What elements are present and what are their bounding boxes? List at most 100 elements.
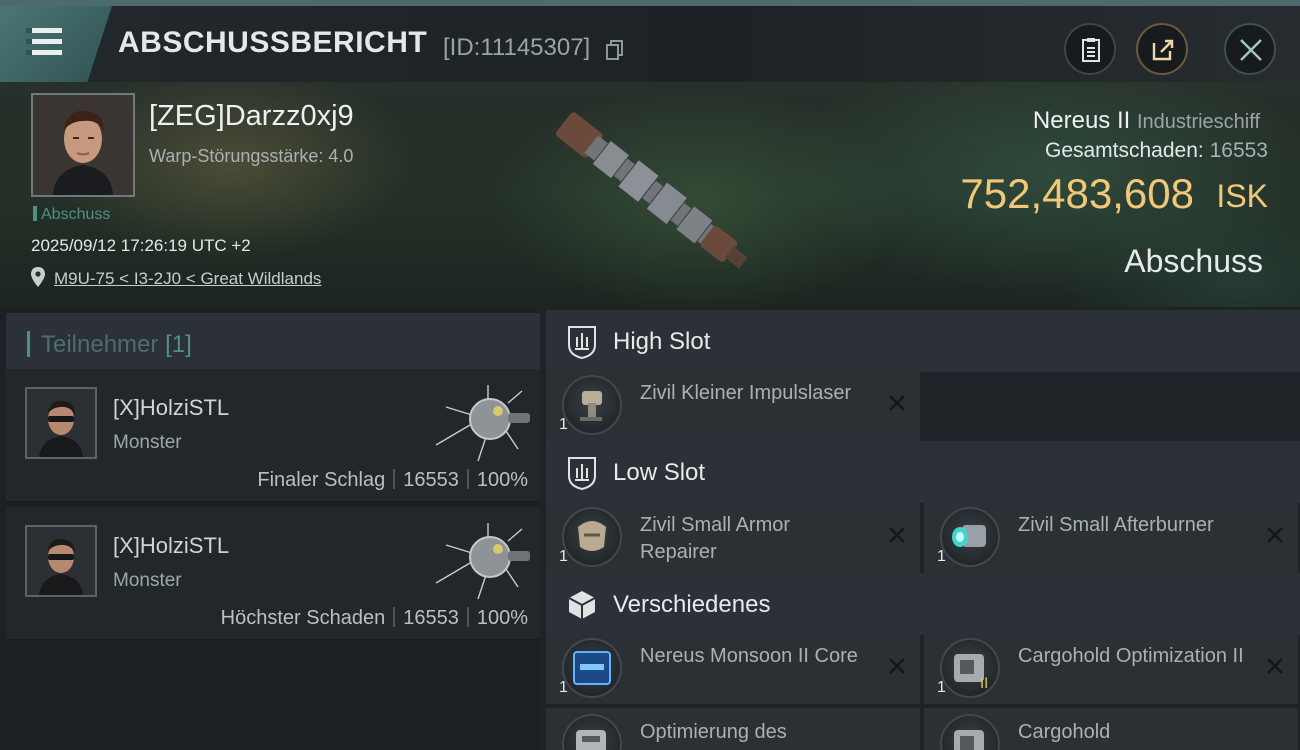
afterburner-icon xyxy=(940,507,1000,567)
low-slot-icon xyxy=(568,457,596,490)
participants-count: [1] xyxy=(165,331,192,358)
kill-tag: Abschuss xyxy=(33,206,110,224)
victim-name[interactable]: [ZEG]Darzz0xj9 xyxy=(149,100,354,133)
location-pin-icon xyxy=(31,267,45,287)
fitting-item[interactable]: 1 Nereus Monsoon II Core xyxy=(546,632,920,704)
participant-avatar[interactable] xyxy=(25,525,97,597)
cube-icon xyxy=(568,591,596,619)
item-name: Zivil Small Armor Repairer xyxy=(640,514,791,563)
cargohold-icon: II xyxy=(940,638,1000,698)
item-name: Cargohold xyxy=(1018,721,1111,743)
participant-type: Monster xyxy=(113,570,182,591)
ship-name-text: Nereus II xyxy=(1032,107,1131,134)
misc-label: Verschiedenes xyxy=(613,591,771,618)
item-name: Optimierung des xyxy=(640,721,787,743)
participant-percent: 100% xyxy=(476,469,528,491)
menu-icon-bar xyxy=(26,39,62,44)
ship-name: Nereus II Industrieschiff xyxy=(1033,107,1260,135)
participant-avatar[interactable] xyxy=(25,387,97,459)
participants-panel: Teilnehmer [1] [X]HolziSTL Monster Final… xyxy=(0,307,540,750)
participant-stats: Höchster Schaden 16553 100% xyxy=(221,607,528,630)
participant-damage: 16553 xyxy=(403,607,459,629)
item-name: Nereus Monsoon II Core xyxy=(640,645,858,667)
copy-icon[interactable] xyxy=(606,40,624,60)
item-quantity: 1 xyxy=(937,679,946,696)
participants-title: Teilnehmer xyxy=(41,331,159,358)
pilot-portrait-icon xyxy=(27,527,95,595)
item-quantity: 1 xyxy=(559,679,568,696)
header-accent xyxy=(27,331,30,357)
clipboard-button[interactable] xyxy=(1064,23,1116,75)
close-button[interactable] xyxy=(1224,23,1276,75)
clipboard-icon xyxy=(1082,38,1100,62)
victim-avatar[interactable] xyxy=(31,93,135,197)
fittings-panel: High Slot 1 Zivil Kleiner Impulslaser Lo… xyxy=(540,307,1300,750)
drone-ship-icon xyxy=(435,385,530,462)
fitting-item[interactable]: 1 Zivil Small Afterburner xyxy=(924,501,1298,573)
ship-render-image xyxy=(555,112,748,269)
item-quantity: 1 xyxy=(559,416,568,433)
menu-icon xyxy=(26,28,62,33)
total-damage: Gesamtschaden: 16553 xyxy=(1045,139,1268,163)
core-chip-icon xyxy=(562,638,622,698)
menu-icon-bar xyxy=(26,50,62,55)
destroyed-x-icon xyxy=(889,658,905,674)
pilot-portrait-icon xyxy=(33,95,133,195)
location-link[interactable]: M9U-75 < I3-2J0 < Great Wildlands xyxy=(54,269,321,289)
pilot-portrait-icon xyxy=(27,389,95,457)
cargo-module-icon xyxy=(562,714,622,750)
low-slot-header: Low Slot xyxy=(546,441,1300,503)
armor-repairer-icon xyxy=(562,507,622,567)
menu-button[interactable] xyxy=(0,6,112,82)
fitting-item[interactable]: II 1 Cargohold Optimization II xyxy=(924,632,1298,704)
page-title: ABSCHUSSBERICHT xyxy=(118,26,428,59)
report-id: [ID:11145307] xyxy=(443,34,591,61)
participant-damage: 16553 xyxy=(403,469,459,491)
participant-role: Finaler Schlag xyxy=(257,469,386,491)
divider xyxy=(466,469,469,489)
destroyed-x-icon xyxy=(1267,658,1283,674)
share-button[interactable] xyxy=(1136,23,1188,75)
drone-ship-icon xyxy=(435,523,530,600)
participant-stats: Finaler Schlag 16553 100% xyxy=(257,469,528,492)
item-name: Zivil Kleiner Impulslaser xyxy=(640,382,852,404)
divider xyxy=(393,607,396,627)
participant-row[interactable]: [X]HolziSTL Monster Finaler Schlag 16553 1… xyxy=(6,369,540,503)
destroyed-x-icon xyxy=(1267,527,1283,543)
participant-role: Höchster Schaden xyxy=(220,607,386,629)
divider xyxy=(466,607,469,627)
misc-header: Verschiedenes xyxy=(546,573,1300,635)
top-bar: ABSCHUSSBERICHT [ID:11145307] xyxy=(0,0,1300,82)
participant-name[interactable]: [X]HolziSTL xyxy=(113,395,229,421)
warp-strength: Warp-Störungsstärke: 4.0 xyxy=(149,146,354,166)
low-slot-label: Low Slot xyxy=(613,459,706,486)
isk-value: 752,483,608 xyxy=(960,170,1194,217)
kill-datetime: 2025/09/12 17:26:19 UTC +2 xyxy=(31,236,251,255)
fitting-item[interactable]: Optimierung des xyxy=(546,708,920,750)
total-damage-value: 16553 xyxy=(1209,139,1268,162)
fitting-item[interactable]: Cargohold xyxy=(924,708,1298,750)
item-quantity: 1 xyxy=(937,548,946,565)
high-slot-header: High Slot xyxy=(546,310,1300,372)
fitting-item[interactable]: 1 Zivil Small Armor Repairer xyxy=(546,501,920,573)
participants-header: Teilnehmer [1] xyxy=(6,313,540,373)
item-name: Cargohold Optimization II xyxy=(1018,645,1244,667)
svg-text:II: II xyxy=(980,676,988,692)
fitting-item[interactable]: 1 Zivil Kleiner Impulslaser xyxy=(546,369,920,441)
participant-row[interactable]: [X]HolziSTL Monster Höchster Schaden 1655… xyxy=(6,507,540,641)
ship-class: Industrieschiff xyxy=(1136,111,1260,133)
high-slot-icon xyxy=(568,326,596,359)
high-slot-label: High Slot xyxy=(613,328,711,355)
participant-type: Monster xyxy=(113,432,182,453)
destroyed-x-icon xyxy=(889,527,905,543)
divider xyxy=(393,469,396,489)
cargohold-icon xyxy=(940,714,1000,750)
participants-label: Teilnehmer [1] xyxy=(41,331,192,359)
victim-banner: [ZEG]Darzz0xj9 Warp-Störungsstärke: 4.0 … xyxy=(0,82,1300,307)
isk-unit: ISK xyxy=(1216,178,1268,214)
share-icon xyxy=(1152,39,1174,61)
laser-icon xyxy=(562,375,622,435)
item-quantity: 1 xyxy=(559,548,568,565)
participant-percent: 100% xyxy=(476,607,528,629)
participant-name[interactable]: [X]HolziSTL xyxy=(113,533,229,559)
